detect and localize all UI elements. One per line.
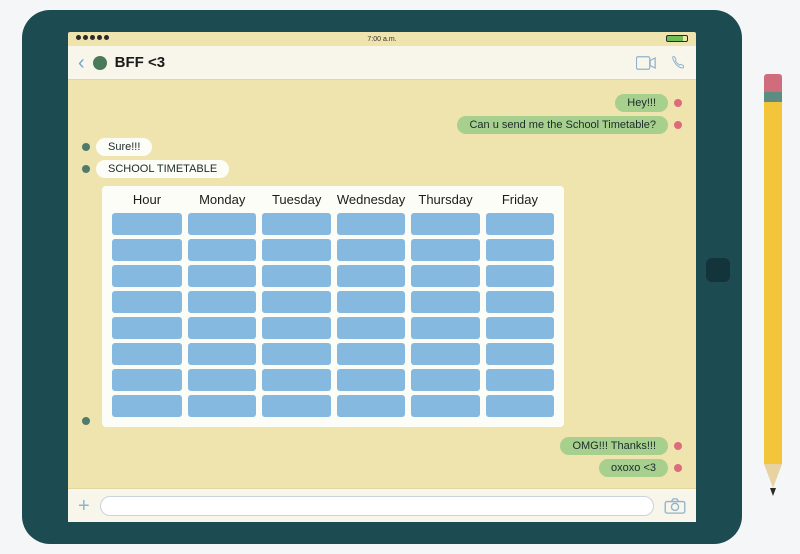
chat-input-bar: + [68,488,696,522]
timetable-cell[interactable] [486,213,554,235]
status-dot-icon [674,99,682,107]
timetable-cell[interactable] [262,291,330,313]
timetable-cell[interactable] [188,369,256,391]
home-button[interactable] [706,258,730,282]
col-header: Tuesday [262,192,330,207]
timetable-cell[interactable] [337,265,405,287]
message-sent: Can u send me the School Timetable? [82,116,682,134]
col-header: Monday [188,192,256,207]
timetable-cell[interactable] [188,291,256,313]
timetable-cell[interactable] [486,265,554,287]
status-dot-icon [674,442,682,450]
chat-header: ‹ BFF <3 [68,46,696,80]
bubble[interactable]: Sure!!! [96,138,152,156]
timetable-cell[interactable] [337,213,405,235]
timetable-cell[interactable] [337,239,405,261]
timetable-cell[interactable] [411,265,479,287]
timetable-cell[interactable] [337,291,405,313]
timetable-cell[interactable] [112,369,182,391]
timetable-cell[interactable] [112,317,182,339]
timetable-cell[interactable] [337,369,405,391]
timetable-cell[interactable] [262,213,330,235]
timetable-cell[interactable] [411,213,479,235]
status-dot-icon [82,417,90,425]
timetable-cell[interactable] [411,343,479,365]
timetable-cell[interactable] [188,317,256,339]
battery-icon [666,35,688,42]
timetable-cell[interactable] [112,395,182,417]
timetable-attachment[interactable]: Hour Monday Tuesday Wednesday Thursday F… [102,186,564,427]
phone-icon[interactable] [670,55,686,71]
bubble[interactable]: oxoxo <3 [599,459,668,477]
timetable-cell[interactable] [486,239,554,261]
message-sent: OMG!!! Thanks!!! [82,437,682,455]
timetable-cell[interactable] [337,343,405,365]
tablet-frame: 7:00 a.m. ‹ BFF <3 Hey!!! Can u send me … [22,10,742,544]
timetable-cell[interactable] [337,395,405,417]
bubble[interactable]: Hey!!! [615,94,668,112]
status-dot-icon [82,143,90,151]
screen: 7:00 a.m. ‹ BFF <3 Hey!!! Can u send me … [68,32,696,522]
timetable-cell[interactable] [262,395,330,417]
timetable-cell[interactable] [411,291,479,313]
timetable-header-row: Hour Monday Tuesday Wednesday Thursday F… [112,192,554,207]
avatar[interactable] [93,56,107,70]
timetable-cell[interactable] [262,343,330,365]
timetable-cell[interactable] [262,265,330,287]
timetable-grid [112,213,554,417]
message-received: Sure!!! [82,138,682,156]
timetable-cell[interactable] [486,395,554,417]
plus-icon[interactable]: + [78,496,90,516]
timetable-cell[interactable] [411,239,479,261]
col-header: Thursday [411,192,479,207]
timetable-cell[interactable] [262,317,330,339]
bubble[interactable]: Can u send me the School Timetable? [457,116,668,134]
back-icon[interactable]: ‹ [78,53,85,73]
message-input[interactable] [100,496,654,516]
bubble[interactable]: OMG!!! Thanks!!! [560,437,668,455]
timetable-cell[interactable] [188,395,256,417]
timetable-cell[interactable] [188,213,256,235]
bubble[interactable]: SCHOOL TIMETABLE [96,160,229,178]
timetable-cell[interactable] [262,369,330,391]
message-sent: oxoxo <3 [82,459,682,477]
timetable-cell[interactable] [486,343,554,365]
timetable-cell[interactable] [262,239,330,261]
timetable-cell[interactable] [112,213,182,235]
col-header: Wednesday [337,192,405,207]
pencil-decoration [764,74,782,494]
status-dot-icon [82,165,90,173]
timetable-cell[interactable] [188,343,256,365]
timetable-cell[interactable] [411,369,479,391]
message-received: SCHOOL TIMETABLE [82,160,682,178]
status-time: 7:00 a.m. [367,36,396,43]
timetable-cell[interactable] [112,291,182,313]
video-call-icon[interactable] [636,55,656,71]
timetable-cell[interactable] [337,317,405,339]
chat-body[interactable]: Hey!!! Can u send me the School Timetabl… [68,80,696,488]
timetable-cell[interactable] [486,291,554,313]
timetable-cell[interactable] [188,239,256,261]
message-received: Hour Monday Tuesday Wednesday Thursday F… [82,182,682,431]
timetable-cell[interactable] [112,239,182,261]
timetable-cell[interactable] [112,343,182,365]
col-header: Friday [486,192,554,207]
timetable-cell[interactable] [486,317,554,339]
timetable-cell[interactable] [112,265,182,287]
timetable-cell[interactable] [411,395,479,417]
timetable-cell[interactable] [411,317,479,339]
col-header: Hour [112,192,182,207]
camera-icon[interactable] [664,498,686,514]
signal-icon [76,35,109,40]
message-sent: Hey!!! [82,94,682,112]
status-dot-icon [674,121,682,129]
status-bar: 7:00 a.m. [68,32,696,46]
contact-name: BFF <3 [115,54,165,71]
status-dot-icon [674,464,682,472]
timetable-cell[interactable] [486,369,554,391]
timetable-cell[interactable] [188,265,256,287]
